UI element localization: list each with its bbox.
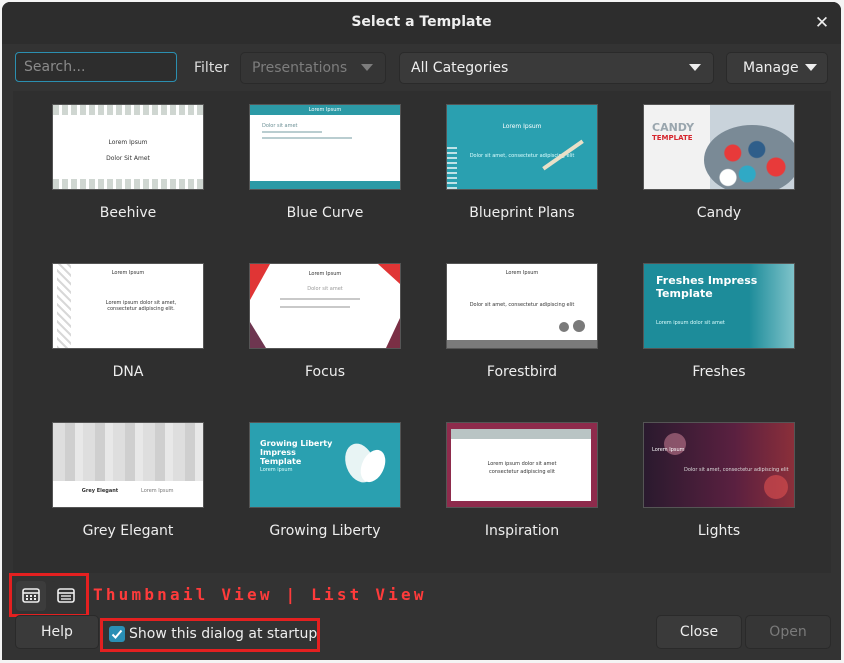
thumb-title: Lorem Ipsum: [502, 123, 542, 130]
close-button[interactable]: Close: [656, 615, 742, 649]
template-tile-grey-elegant[interactable]: Grey Elegant Lorem Ipsum Grey Elegant: [30, 422, 226, 539]
template-thumbnail: Lorem Ipsum Lorem ipsum dolor sit amet, …: [52, 263, 204, 349]
chevron-down-icon: [361, 64, 373, 71]
thumb-title: Lorem Ipsum: [111, 270, 145, 276]
template-tile-blue-curve[interactable]: Lorem Ipsum Dolor sit amet Blue Curve: [227, 104, 423, 221]
view-toggle-highlight: [9, 573, 89, 617]
template-thumbnail: Grey Elegant Lorem Ipsum: [52, 422, 204, 508]
open-button[interactable]: Open: [745, 615, 831, 649]
template-tile-blueprint-plans[interactable]: Lorem Ipsum Dolor sit amet, consectetur …: [424, 104, 620, 221]
template-thumbnail: Lorem Ipsum Dolor sit amet: [249, 104, 401, 190]
template-dialog: Select a Template ✕ Filter Presentations…: [2, 2, 841, 660]
template-name: Candy: [696, 205, 742, 221]
category-dropdown-value: All Categories: [411, 60, 509, 76]
thumb-subtitle: Dolor sit amet, consectetur adipiscing e…: [469, 153, 575, 159]
thumb-title: Grey Elegant: [81, 488, 119, 494]
template-tile-freshes[interactable]: Freshes Impress Template Lorem ipsum dol…: [621, 263, 817, 380]
template-thumbnail: Freshes Impress Template Lorem ipsum dol…: [643, 263, 795, 349]
category-dropdown[interactable]: All Categories: [399, 52, 714, 84]
thumb-title: Lorem ipsum dolor sit amet: [487, 461, 557, 467]
template-tile-focus[interactable]: Lorem Ipsum Dolor sit amet Focus: [227, 263, 423, 380]
template-name: Freshes: [692, 364, 746, 380]
thumb-title: Lorem Ipsum: [652, 447, 685, 453]
template-thumbnail: Lorem Ipsum Dolor sit amet: [249, 263, 401, 349]
template-thumbnail: Lorem Ipsum Dolor sit amet, consectetur …: [643, 422, 795, 508]
template-name: Focus: [305, 364, 345, 380]
thumb-subtitle: Dolor sit amet, consectetur adipiscing e…: [469, 302, 575, 308]
help-button[interactable]: Help: [15, 615, 99, 649]
thumb-subtitle: Dolor sit amet: [262, 123, 298, 129]
thumb-subtitle: consectetur adipiscing elit: [489, 469, 555, 475]
chevron-down-icon: [805, 64, 817, 71]
thumb-title: Lorem Ipsum: [308, 107, 342, 113]
thumb-subtitle: Dolor Sit Amet: [106, 155, 150, 162]
manage-menu-button[interactable]: Manage: [726, 52, 828, 84]
title-bar: Select a Template ✕: [2, 2, 841, 44]
template-name: Beehive: [99, 205, 157, 221]
template-name: DNA: [112, 364, 144, 380]
template-tile-forestbird[interactable]: Lorem Ipsum Dolor sit amet, consectetur …: [424, 263, 620, 380]
template-tile-candy[interactable]: CANDY TEMPLATE Candy: [621, 104, 817, 221]
thumb-title: Lorem Ipsum: [505, 270, 539, 276]
template-tile-beehive[interactable]: Lorem Ipsum Dolor Sit Amet Beehive: [30, 104, 226, 221]
thumb-subtitle: Lorem ipsum dolor sit amet: [656, 320, 725, 326]
thumb-subtitle: Lorem Ipsum: [141, 488, 174, 494]
thumb-subtitle: Dolor sit amet, consectetur adipiscing e…: [684, 467, 789, 473]
search-input[interactable]: [15, 52, 177, 82]
filter-dropdown[interactable]: Presentations: [240, 52, 386, 84]
template-thumbnail: Lorem ipsum dolor sit amet consectetur a…: [446, 422, 598, 508]
template-thumbnail: CANDY TEMPLATE: [643, 104, 795, 190]
thumb-title: Lorem Ipsum: [108, 139, 148, 146]
startup-checkbox-highlight: [100, 618, 320, 652]
filter-dropdown-value: Presentations: [252, 60, 348, 76]
template-name: Forestbird: [486, 364, 558, 380]
thumb-title: Growing Liberty Impress Template: [260, 439, 333, 466]
template-tile-lights[interactable]: Lorem Ipsum Dolor sit amet, consectetur …: [621, 422, 817, 539]
manage-label: Manage: [743, 60, 799, 76]
close-icon[interactable]: ✕: [811, 12, 833, 34]
template-name: Lights: [697, 523, 741, 539]
thumb-subtitle: Lorem ipsum dolor sit amet, consectetur …: [105, 300, 177, 312]
template-name: Growing Liberty: [269, 523, 381, 539]
template-thumbnail: Lorem Ipsum Dolor Sit Amet: [52, 104, 204, 190]
thumb-subtitle: Dolor sit amet: [307, 286, 343, 292]
template-name: Blueprint Plans: [469, 205, 575, 221]
template-thumbnail: Growing Liberty Impress Template Lorem i…: [249, 422, 401, 508]
view-toggle-annotation: Thumbnail View | List View: [93, 585, 427, 604]
thumb-title: Freshes Impress Template: [656, 274, 758, 300]
dialog-title: Select a Template: [351, 14, 492, 30]
template-thumbnail: Lorem Ipsum Dolor sit amet, consectetur …: [446, 104, 598, 190]
template-tile-inspiration[interactable]: Lorem ipsum dolor sit amet consectetur a…: [424, 422, 620, 539]
template-thumbnail: Lorem Ipsum Dolor sit amet, consectetur …: [446, 263, 598, 349]
template-tile-dna[interactable]: Lorem Ipsum Lorem ipsum dolor sit amet, …: [30, 263, 226, 380]
thumb-title: Lorem Ipsum: [308, 271, 342, 277]
chevron-down-icon: [689, 64, 701, 71]
template-name: Grey Elegant: [82, 523, 174, 539]
template-grid: Lorem Ipsum Dolor Sit Amet Beehive Lorem…: [13, 91, 831, 573]
template-tile-growing-liberty[interactable]: Growing Liberty Impress Template Lorem i…: [227, 422, 423, 539]
filter-label: Filter: [194, 60, 229, 76]
template-name: Inspiration: [484, 523, 560, 539]
template-name: Blue Curve: [286, 205, 364, 221]
